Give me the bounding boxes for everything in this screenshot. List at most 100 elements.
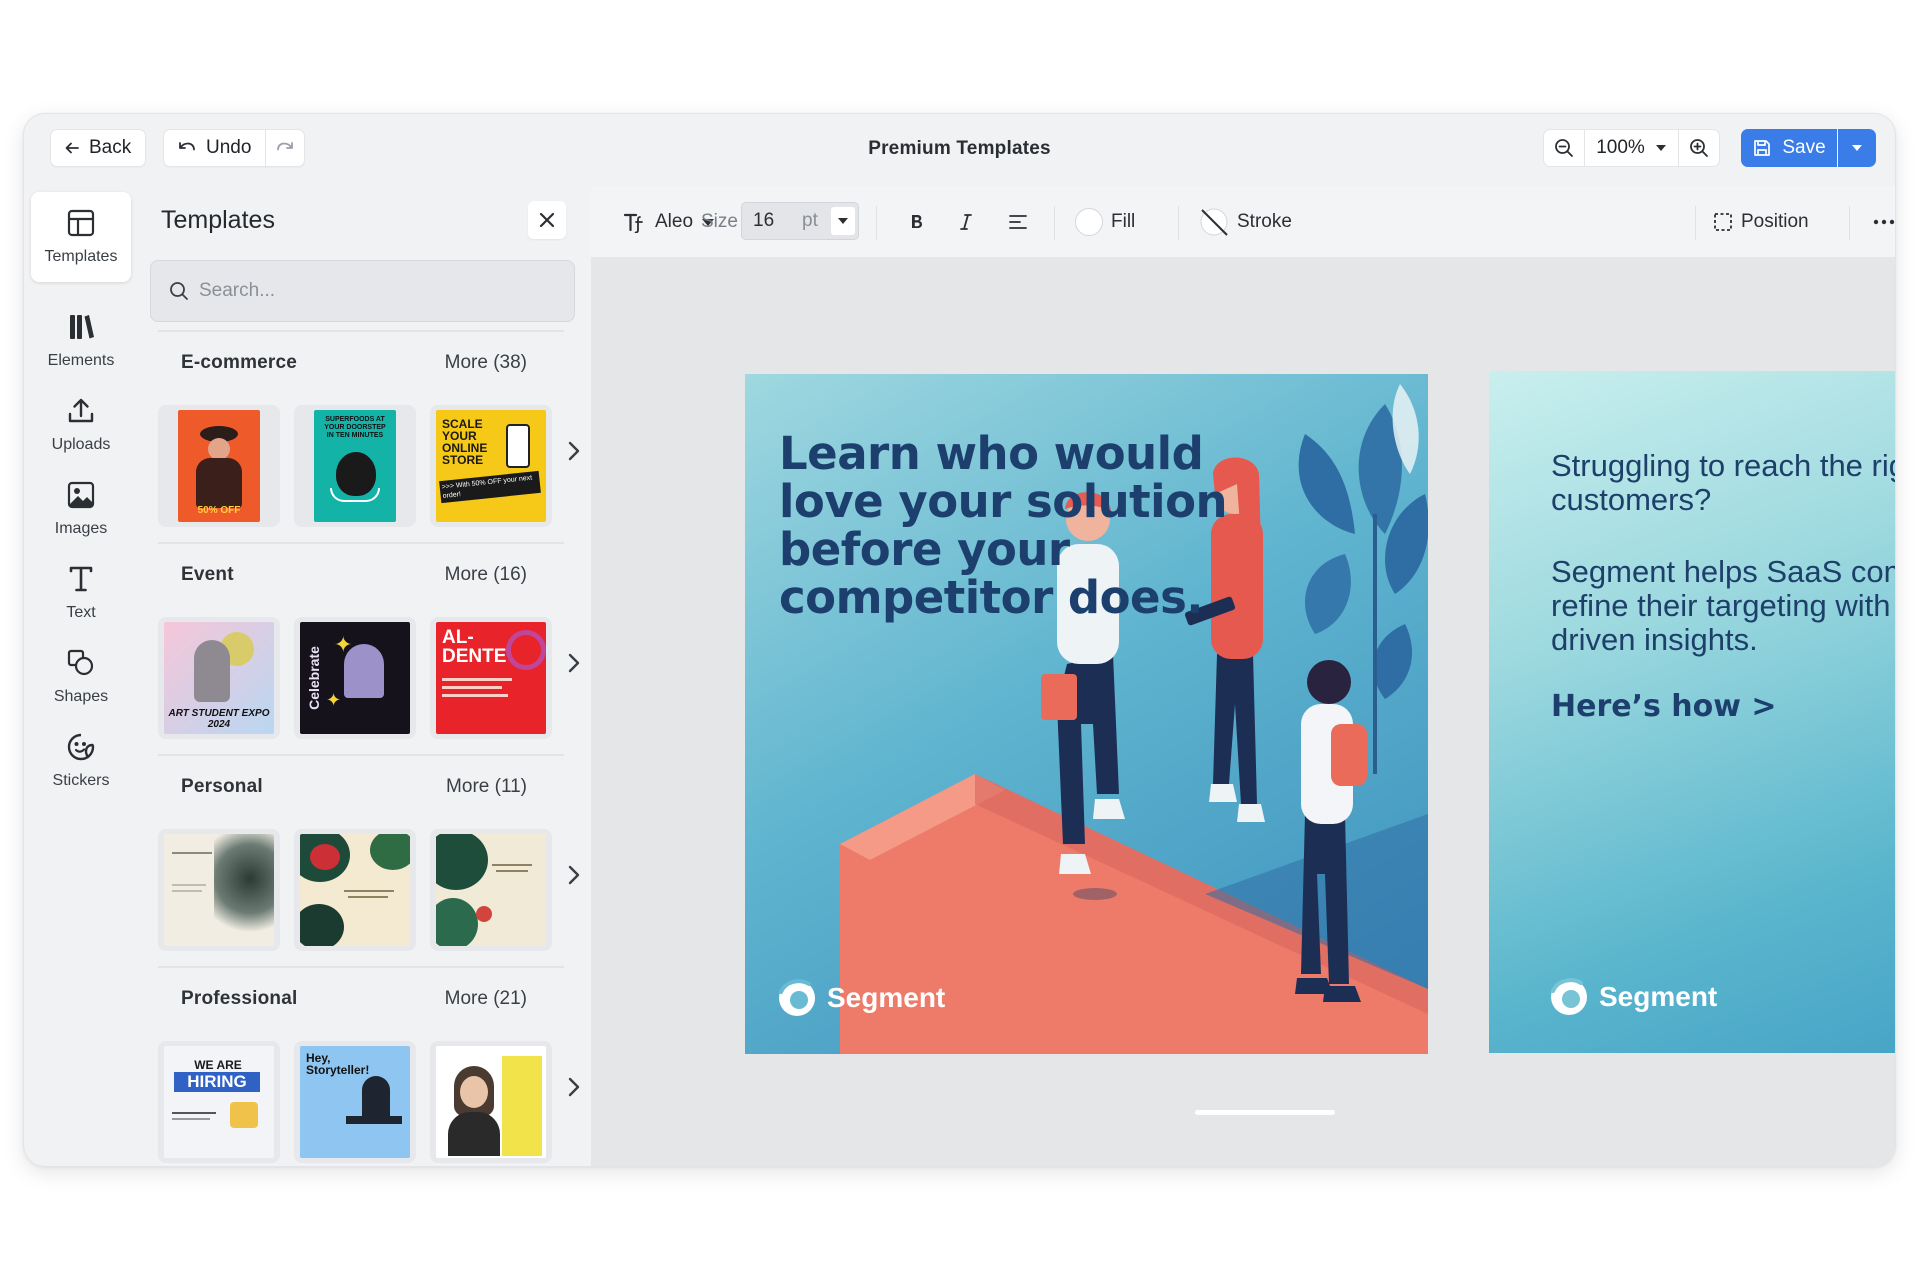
- stroke-button[interactable]: Stroke: [1199, 202, 1292, 242]
- search-input[interactable]: [199, 280, 559, 302]
- toolbar-divider: [1849, 206, 1850, 240]
- toolbar-divider: [876, 206, 877, 240]
- text-icon: [69, 566, 93, 592]
- section-more-link[interactable]: More (38): [445, 352, 527, 374]
- slide2-text[interactable]: Struggling to reach the rig: [1551, 449, 1895, 483]
- upload-icon: [68, 398, 94, 423]
- rail-item-elements[interactable]: Elements: [31, 296, 131, 386]
- template-thumbnail[interactable]: [158, 829, 280, 951]
- template-thumbnail[interactable]: WE ARE HIRING: [158, 1041, 280, 1163]
- sticker-icon: [67, 733, 95, 761]
- template-thumbnail[interactable]: [430, 1041, 552, 1163]
- close-panel-button[interactable]: [528, 201, 566, 239]
- template-preview: Celebrate ✦ ✦: [300, 622, 410, 734]
- slide2-text[interactable]: customers?: [1551, 483, 1895, 517]
- slide-1[interactable]: Learn who would love your solution befor…: [745, 374, 1428, 1054]
- bold-icon: [912, 215, 922, 228]
- zoom-in-icon: [1690, 139, 1708, 157]
- template-thumbnail[interactable]: Celebrate ✦ ✦: [294, 617, 416, 739]
- font-size-dropdown[interactable]: [831, 207, 855, 235]
- font-size-input[interactable]: 16 pt: [741, 202, 859, 240]
- template-row-ecommerce: 50% OFF SUPERFOODS AT YOUR DOORSTEP IN T…: [158, 405, 568, 527]
- zoom-in-button[interactable]: [1679, 130, 1719, 166]
- section-more-link[interactable]: More (21): [445, 988, 527, 1010]
- template-thumbnail[interactable]: ART STUDENT EXPO 2024: [158, 617, 280, 739]
- brand-logo[interactable]: Segment: [1549, 977, 1717, 1017]
- template-preview: SCALE YOUR ONLINE STORE >>> With 50% OFF…: [436, 410, 546, 522]
- position-button[interactable]: Position: [1713, 202, 1809, 242]
- italic-button[interactable]: [959, 202, 973, 242]
- position-icon: [1714, 213, 1732, 231]
- template-thumbnail[interactable]: SUPERFOODS AT YOUR DOORSTEP IN TEN MINUT…: [294, 405, 416, 527]
- rail-item-images[interactable]: Images: [31, 464, 131, 554]
- design-canvas[interactable]: Learn who would love your solution befor…: [591, 258, 1895, 1166]
- align-button[interactable]: [1008, 202, 1028, 242]
- slide2-text[interactable]: Segment helps SaaS comp: [1551, 555, 1895, 589]
- template-thumbnail[interactable]: [430, 829, 552, 951]
- italic-icon: [960, 214, 972, 230]
- template-preview-text: Hey, Storyteller!: [306, 1051, 370, 1077]
- template-preview: SUPERFOODS AT YOUR DOORSTEP IN TEN MINUT…: [314, 410, 396, 522]
- fill-button[interactable]: Fill: [1075, 202, 1135, 242]
- templates-panel: Templates E-commerce More (38) 50% OFF: [137, 186, 591, 1166]
- editor-window: Back Undo Premium Templates 100% Save Te…: [23, 113, 1896, 1167]
- slide-headline[interactable]: Learn who would love your solution befor…: [779, 430, 1279, 622]
- rail-item-templates[interactable]: Templates: [31, 192, 131, 282]
- brand-logo[interactable]: Segment: [777, 978, 945, 1018]
- template-thumbnail[interactable]: Hey, Storyteller!: [294, 1041, 416, 1163]
- segment-logo-icon: [779, 979, 815, 1016]
- row-scroll-right-button[interactable]: [564, 436, 584, 466]
- rail-label: Elements: [47, 352, 115, 369]
- font-name: Aleo: [655, 211, 694, 232]
- template-thumbnail[interactable]: AL-DENTE: [430, 617, 552, 739]
- rail-item-shapes[interactable]: Shapes: [31, 632, 131, 722]
- section-title: Professional: [181, 988, 298, 1009]
- row-scroll-right-button[interactable]: [564, 648, 584, 678]
- slide2-text[interactable]: refine their targeting with: [1551, 589, 1895, 623]
- template-row-event: ART STUDENT EXPO 2024 Celebrate ✦ ✦ AL-D…: [158, 617, 568, 739]
- template-preview-text: AL-DENTE: [442, 627, 507, 667]
- rail-label: Shapes: [53, 688, 109, 705]
- zoom-out-icon: [1555, 139, 1573, 157]
- template-thumbnail[interactable]: [294, 829, 416, 951]
- caret-down-icon: [1655, 145, 1666, 151]
- slide-2[interactable]: Struggling to reach the rig customers? S…: [1489, 371, 1895, 1053]
- rail-item-uploads[interactable]: Uploads: [31, 380, 131, 470]
- template-thumbnail[interactable]: 50% OFF: [158, 405, 280, 527]
- horizontal-scrollbar[interactable]: [1195, 1110, 1335, 1115]
- zoom-out-button[interactable]: [1544, 130, 1584, 166]
- zoom-select[interactable]: 100%: [1584, 130, 1679, 166]
- template-preview-text: 50% OFF: [197, 505, 241, 516]
- more-horizontal-icon: [1873, 219, 1895, 225]
- more-options-button[interactable]: [1873, 202, 1895, 242]
- template-thumbnail[interactable]: SCALE YOUR ONLINE STORE >>> With 50% OFF…: [430, 405, 552, 527]
- rail-item-stickers[interactable]: Stickers: [31, 716, 131, 806]
- fill-label: Fill: [1111, 211, 1136, 232]
- save-button[interactable]: Save: [1741, 129, 1837, 167]
- save-label: Save: [1782, 137, 1826, 158]
- template-preview-text: WE ARE: [194, 1058, 242, 1072]
- rail-label: Templates: [44, 248, 118, 265]
- section-more-link[interactable]: More (16): [445, 564, 527, 586]
- row-scroll-right-button[interactable]: [564, 1072, 584, 1102]
- layout-icon: [67, 209, 95, 237]
- template-preview: AL-DENTE: [436, 622, 546, 734]
- bold-button[interactable]: [909, 202, 925, 242]
- save-options-button[interactable]: [1838, 129, 1876, 167]
- font-size-value: 16: [753, 210, 775, 231]
- template-preview: WE ARE HIRING: [164, 1046, 274, 1158]
- section-title: E-commerce: [181, 352, 298, 373]
- template-preview: ART STUDENT EXPO 2024: [164, 622, 274, 734]
- template-search[interactable]: [150, 260, 575, 322]
- template-row-professional: WE ARE HIRING Hey, Storyteller!: [158, 1041, 568, 1163]
- brand-name: Segment: [1599, 981, 1718, 1012]
- chevron-right-icon: [568, 1077, 580, 1097]
- rail-item-text[interactable]: Text: [31, 548, 131, 638]
- slide2-cta[interactable]: Here’s how >: [1551, 689, 1777, 724]
- chevron-right-icon: [568, 441, 580, 461]
- shapes-icon: [67, 649, 94, 676]
- row-scroll-right-button[interactable]: [564, 860, 584, 890]
- section-more-link[interactable]: More (11): [446, 776, 527, 798]
- slide2-text[interactable]: driven insights.: [1551, 623, 1895, 657]
- search-icon: [170, 282, 188, 300]
